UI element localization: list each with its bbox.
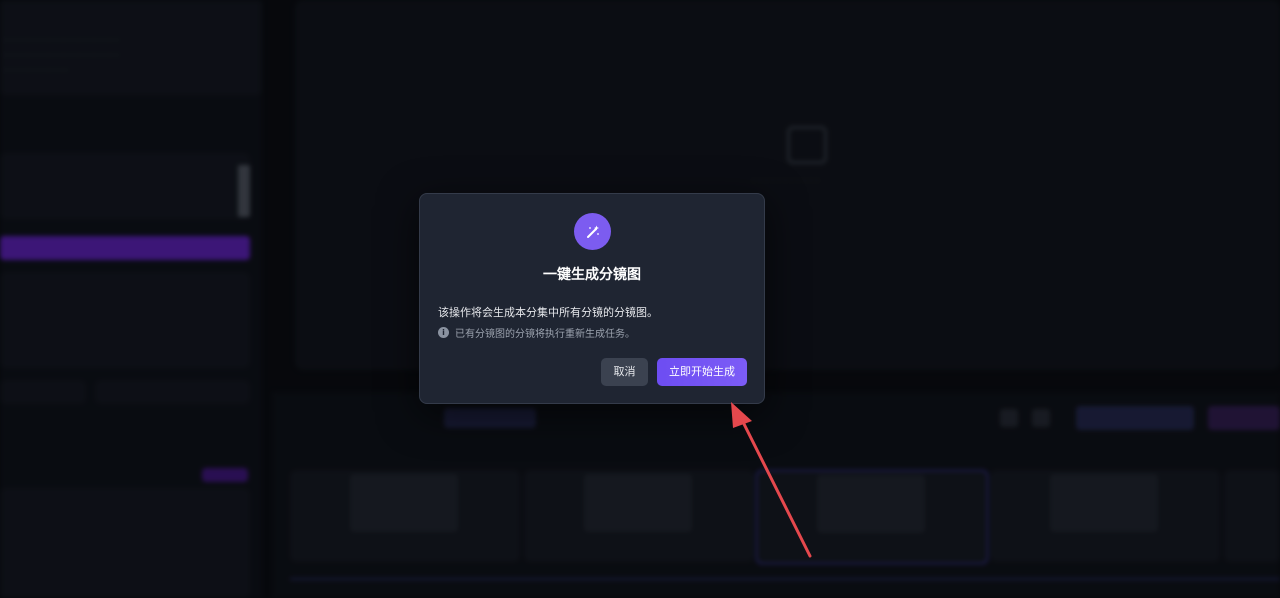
app-window: · · · · · · · · · · · · · · · · · · · · …	[0, 0, 1280, 598]
dialog-description: 该操作将会生成本分集中所有分镜的分镜图。	[438, 306, 658, 319]
magic-wand-icon	[574, 213, 611, 250]
dialog-note-text: 已有分镜图的分镜将执行重新生成任务。	[455, 329, 635, 340]
info-icon: i	[438, 327, 449, 338]
generate-storyboard-dialog: 一键生成分镜图 该操作将会生成本分集中所有分镜的分镜图。 i 已有分镜图的分镜将…	[419, 193, 765, 404]
dialog-note: i 已有分镜图的分镜将执行重新生成任务。	[438, 325, 635, 340]
cancel-button[interactable]: 取消	[601, 358, 648, 386]
start-generate-button[interactable]: 立即开始生成	[657, 358, 747, 386]
dialog-title: 一键生成分镜图	[543, 267, 641, 283]
